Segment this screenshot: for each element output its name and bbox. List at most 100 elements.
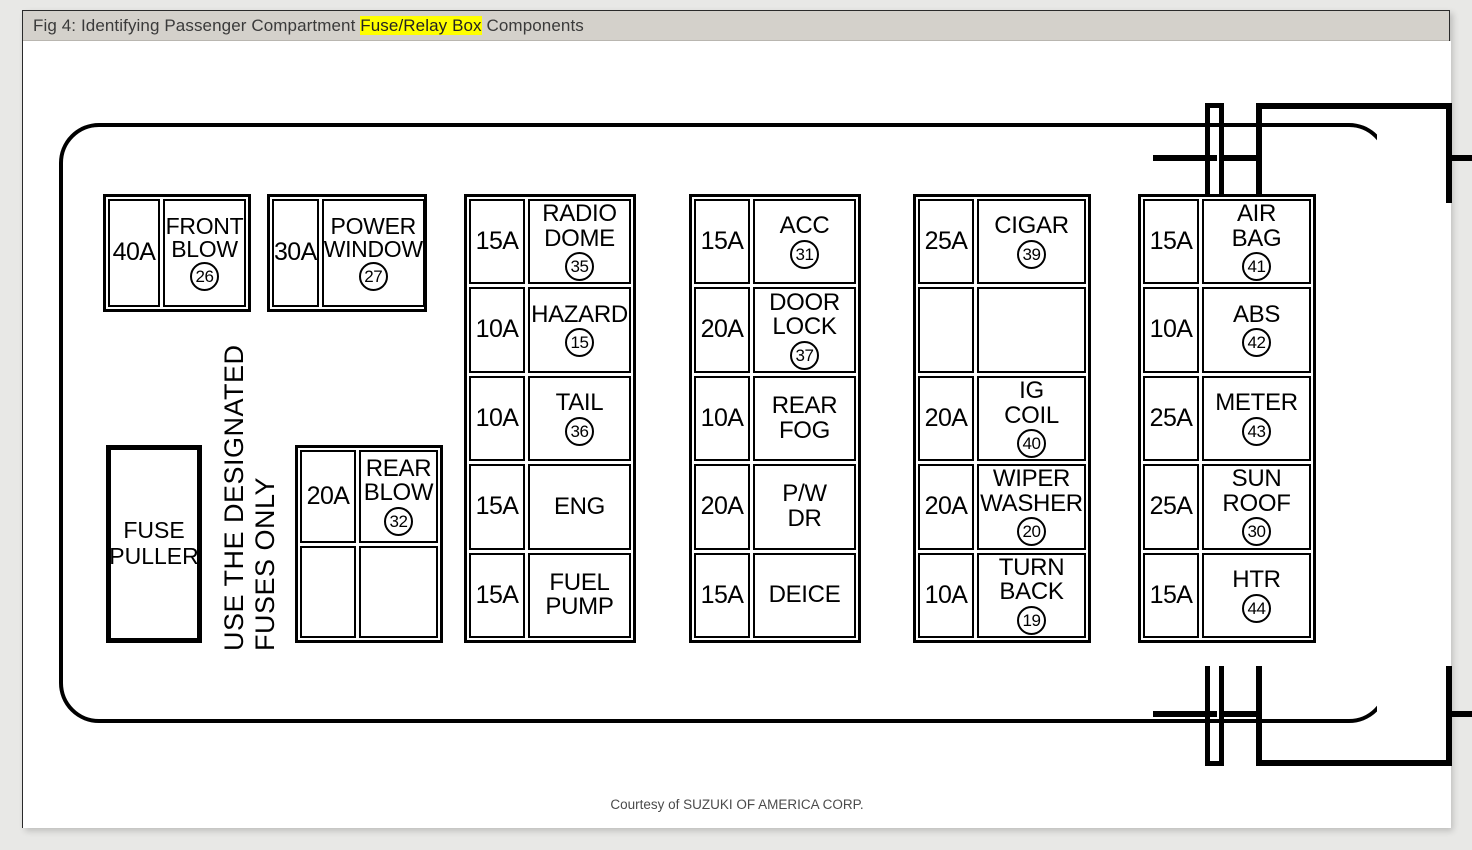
fuse-label: CIGAR 39 xyxy=(977,199,1086,285)
fuse-slot[interactable]: 15A FUEL PUMP xyxy=(469,552,631,639)
fuse-label-line1: FUEL xyxy=(549,568,610,596)
fuse-slot[interactable]: 20A IG COIL 40 xyxy=(918,375,1086,462)
fuse-amp-rating: 10A xyxy=(469,375,525,462)
relay-power-window-amp: 30A xyxy=(272,199,319,307)
fuse-label-line1: ABS xyxy=(1232,300,1281,328)
top-bracket-right xyxy=(1446,103,1452,203)
fuse-label: DOOR LOCK 37 xyxy=(753,287,856,373)
fuse-slot[interactable]: 10A REAR FOG xyxy=(694,375,856,462)
relay-power-window-callout: 27 xyxy=(358,262,388,292)
fuse-slot[interactable]: 10A TAIL 36 xyxy=(469,375,631,462)
fuse-slot[interactable]: 20A WIPER WASHER 20 xyxy=(918,464,1086,550)
top-connector-crossbar-right xyxy=(1446,155,1472,161)
fuse-amp-rating: 15A xyxy=(1143,199,1199,285)
fuse-slot-empty xyxy=(918,287,1086,373)
fuse-amp-rating: 20A xyxy=(918,464,974,550)
fuse-amp-rating: 20A xyxy=(918,375,974,462)
fuse-callout-number: 37 xyxy=(790,340,819,370)
relay-rear-blow-block[interactable]: 20A REAR BLOW 32 xyxy=(295,445,443,643)
fuse-callout-number: 40 xyxy=(1017,428,1046,458)
fuse-slot[interactable]: 15A RADIO DOME 35 xyxy=(469,199,631,285)
fuse-slot[interactable]: 15A ENG xyxy=(469,464,631,550)
fuse-label: TAIL 36 xyxy=(528,375,631,462)
fuse-slot[interactable]: 25A METER 43 xyxy=(1143,375,1311,462)
fuse-label-line1: METER xyxy=(1215,389,1298,417)
fuse-callout-number: 39 xyxy=(1017,239,1046,269)
fuse-label-line1: ENG xyxy=(553,492,606,520)
fuse-label: DEICE xyxy=(753,552,856,639)
bottom-prong-a-cap xyxy=(1205,761,1224,766)
fuse-slot[interactable]: 25A SUN ROOF 30 xyxy=(1143,464,1311,550)
fuse-slot[interactable]: 15A HTR 44 xyxy=(1143,552,1311,639)
caption-suffix: Components xyxy=(481,15,584,35)
fuse-label: ENG xyxy=(528,464,631,550)
relay-front-blow-desc: FRONT BLOW 26 xyxy=(163,199,246,307)
document-panel: Fig 4: Identifying Passenger Compartment… xyxy=(22,10,1472,828)
fuse-slot[interactable]: 10A HAZARD 15 xyxy=(469,287,631,373)
fuse-label: ABS 42 xyxy=(1202,287,1311,373)
rear-blow-row[interactable]: 20A REAR BLOW 32 xyxy=(300,450,438,543)
fuse-slot[interactable]: 20A DOOR LOCK 37 xyxy=(694,287,856,373)
fuse-amp-rating: 15A xyxy=(469,464,525,550)
fuse-slot[interactable]: 25A CIGAR 39 xyxy=(918,199,1086,285)
relay-power-window[interactable]: 30A POWER WINDOW 27 xyxy=(267,194,427,312)
fuse-slot[interactable]: 15A ACC 31 xyxy=(694,199,856,285)
caption-highlight: Fuse/Relay Box xyxy=(360,15,482,35)
fuse-label-line1: WIPER xyxy=(992,465,1071,493)
fuse-label: METER 43 xyxy=(1202,375,1311,462)
fuse-column-1: 15A RADIO DOME 35 10A HAZARD 15 10A TAIL 36 15A ENG… xyxy=(464,194,636,643)
notice-line-2: FUSES ONLY xyxy=(250,476,280,651)
fuse-label: TURN BACK 19 xyxy=(977,552,1086,639)
designated-fuses-notice: USE THE DESIGNATED FUSES ONLY xyxy=(219,321,281,651)
fuse-label-line2: BAG xyxy=(1231,224,1282,252)
fuse-column-3: 25A CIGAR 39 20A IG COIL 40 20A WIPER WASHER 20 10A… xyxy=(913,194,1091,643)
rear-blow-amp: 20A xyxy=(300,450,356,543)
fuse-slot[interactable]: 15A DEICE xyxy=(694,552,856,639)
fuse-label-line1: P/W xyxy=(782,480,827,508)
fuse-label: HAZARD 15 xyxy=(528,287,631,373)
top-bracket-top xyxy=(1256,103,1452,109)
fuse-amp-rating: 10A xyxy=(918,552,974,639)
fuse-slot[interactable]: 20A P/W DR xyxy=(694,464,856,550)
fuse-label-line2: LOCK xyxy=(772,313,837,341)
fuse-callout-number: 15 xyxy=(565,328,594,358)
fuse-label-line2: FOG xyxy=(778,416,831,444)
fuse-amp-rating: 20A xyxy=(694,287,750,373)
screenshot-root: Fig 4: Identifying Passenger Compartment… xyxy=(0,0,1472,850)
fuse-label-line2: COIL xyxy=(1004,401,1059,429)
fuse-puller-line1: FUSE xyxy=(123,517,185,544)
rear-blow-empty-row xyxy=(300,545,438,638)
fuse-callout-number: 41 xyxy=(1242,252,1271,282)
fuse-label-line1: DEICE xyxy=(768,581,841,609)
fuse-label-line2: ROOF xyxy=(1222,489,1291,517)
rear-blow-line1: REAR xyxy=(365,454,432,482)
top-prong-a-cap xyxy=(1205,103,1224,108)
fuse-label-line2: DR xyxy=(787,504,822,532)
fuse-slot[interactable]: 15A AIR BAG 41 xyxy=(1143,199,1311,285)
fuse-label xyxy=(977,287,1086,373)
relay-power-window-line1: POWER xyxy=(330,212,417,239)
fuse-label: FUEL PUMP xyxy=(528,552,631,639)
fuse-label: SUN ROOF 30 xyxy=(1202,464,1311,550)
relay-front-blow-line2: BLOW xyxy=(171,236,238,262)
fuse-amp-rating: 15A xyxy=(694,552,750,639)
fuse-callout-number: 44 xyxy=(1242,593,1271,623)
fuse-column-2: 15A ACC 31 20A DOOR LOCK 37 10A REAR FOG 20A P/W DR 1… xyxy=(689,194,861,643)
rear-blow-empty-desc xyxy=(359,545,438,638)
fuse-label-line1: AIR xyxy=(1236,200,1277,228)
bottom-connector-crossbar-right xyxy=(1446,711,1472,717)
fuse-amp-rating: 25A xyxy=(1143,464,1199,550)
rear-blow-empty-amp xyxy=(300,545,356,638)
housing-right-open-mask xyxy=(1377,117,1391,737)
relay-power-window-line2: WINDOW xyxy=(323,236,423,262)
relay-front-blow[interactable]: 40A FRONT BLOW 26 xyxy=(103,194,251,312)
fuse-callout-number: 36 xyxy=(565,416,594,446)
fuse-amp-rating: 20A xyxy=(694,464,750,550)
fuse-puller[interactable]: FUSE PULLER xyxy=(106,445,202,643)
fuse-slot[interactable]: 10A TURN BACK 19 xyxy=(918,552,1086,639)
fuse-slot[interactable]: 10A ABS 42 xyxy=(1143,287,1311,373)
bottom-bracket-bottom xyxy=(1256,760,1452,766)
fuse-label: AIR BAG 41 xyxy=(1202,199,1311,285)
fuse-label-line1: RADIO xyxy=(542,200,617,228)
fuse-label-line1: DOOR xyxy=(769,288,840,316)
